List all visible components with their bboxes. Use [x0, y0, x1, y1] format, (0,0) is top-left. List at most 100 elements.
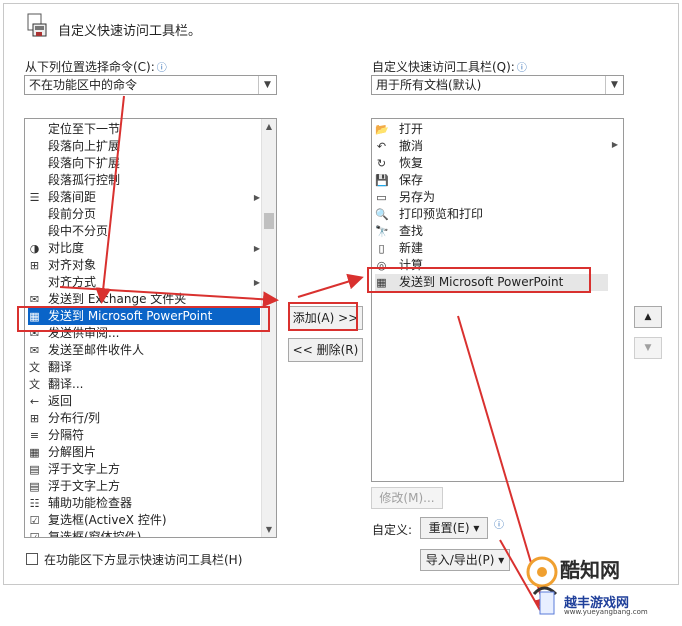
- list-item[interactable]: 段中不分页: [28, 223, 260, 240]
- customize-toolbar-label-text: 自定义快速访问工具栏(Q):: [372, 60, 515, 74]
- command-icon: ☰: [29, 191, 40, 204]
- list-item[interactable]: 文翻译...: [28, 376, 260, 393]
- list-item[interactable]: ↶ 撤消: [375, 138, 623, 155]
- info-icon: ⓘ: [516, 63, 527, 74]
- list-item-label: 分布行/列: [48, 411, 101, 425]
- choose-commands-label-text: 从下列位置选择命令(C):: [25, 60, 155, 74]
- chevron-down-icon[interactable]: ▼: [605, 76, 623, 94]
- list-item[interactable]: ◑ 对比度 ▶: [28, 240, 260, 257]
- list-item[interactable]: ☑ 复选框(窗体控件): [28, 529, 260, 538]
- list-item[interactable]: 📂 打开: [375, 121, 623, 138]
- command-icon: [28, 174, 41, 187]
- choose-commands-dropdown[interactable]: 不在功能区中的命令 ▼: [24, 75, 277, 95]
- list-item[interactable]: ▦ 分解图片: [28, 444, 260, 461]
- list-item-label: 分隔符: [48, 428, 85, 442]
- submenu-arrow-icon: ▶: [253, 244, 260, 253]
- move-down-button[interactable]: ▼: [634, 337, 662, 359]
- show-below-ribbon-label: 在功能区下方显示快速访问工具栏(H): [44, 553, 243, 567]
- toolbar-commands-list[interactable]: 📂 打开 ↶ 撤消 ↻ 恢复 💾 保存 ▭ 另存为 🔍 打印预览和打印 🔭 查找 ▯ 新建 ◎ 计算 ▦ 发送到 Mi…: [371, 118, 624, 482]
- dialog-title: 自定义快速访问工具栏。: [58, 24, 202, 39]
- remove-button[interactable]: << 删除(R): [288, 338, 363, 362]
- command-icon: [28, 225, 41, 238]
- list-item-label: 翻译: [48, 360, 73, 374]
- command-icon: 🔭: [375, 225, 389, 238]
- list-item[interactable]: ▤ 浮于文字上方: [28, 478, 260, 495]
- command-icon: [28, 157, 41, 170]
- command-icon: 文: [29, 378, 40, 391]
- scroll-down-icon[interactable]: ▼: [262, 522, 276, 537]
- list-item-label: 段落孤行控制: [48, 173, 121, 187]
- command-icon: ←: [29, 395, 40, 408]
- list-item[interactable]: 段落孤行控制: [28, 172, 260, 189]
- list-item-label: 打印预览和打印: [399, 207, 484, 221]
- list-item[interactable]: 段前分页: [28, 206, 260, 223]
- scroll-up-icon[interactable]: ▲: [262, 119, 276, 134]
- list-item[interactable]: 段落向上扩展: [28, 138, 260, 155]
- command-icon: ▤: [29, 463, 40, 476]
- list-item-label: 复选框(窗体控件): [48, 530, 142, 538]
- command-icon: ☑: [29, 531, 40, 538]
- list-item-label: 定位至下一节: [48, 122, 121, 136]
- list-item-label: 对比度: [48, 241, 85, 255]
- list-item-label: 查找: [399, 224, 424, 238]
- list-item[interactable]: 文翻译: [28, 359, 260, 376]
- list-item[interactable]: ▤ 浮于文字上方: [28, 461, 260, 478]
- list-item-label: 辅助功能检查器: [48, 496, 133, 510]
- list-item[interactable]: ▭ 另存为: [375, 189, 623, 206]
- customize-toolbar-label: 自定义快速访问工具栏(Q): ⓘ: [372, 58, 527, 75]
- list-item-label: 对齐对象: [48, 258, 97, 272]
- choose-commands-label: 从下列位置选择命令(C): ⓘ: [25, 58, 167, 75]
- command-icon: ☑: [29, 514, 40, 527]
- list-item[interactable]: 💾 保存: [375, 172, 623, 189]
- list-item[interactable]: ⊞ 对齐对象: [28, 257, 260, 274]
- list-item-label: 对齐方式: [48, 275, 97, 289]
- list-item[interactable]: ← 返回: [28, 393, 260, 410]
- list-item[interactable]: 段落向下扩展: [28, 155, 260, 172]
- list-item[interactable]: ☰ 段落间距 ▶: [28, 189, 260, 206]
- list-item-label: 翻译...: [48, 377, 84, 391]
- reset-button[interactable]: 重置(E) ▾: [420, 517, 488, 539]
- command-icon: ⊞: [29, 412, 40, 425]
- quick-access-toolbar-icon: [25, 12, 49, 40]
- list-item[interactable]: ✉ 发送至邮件收件人: [28, 342, 260, 359]
- list-item-label: 返回: [48, 394, 73, 408]
- command-icon: ✉: [29, 344, 40, 357]
- show-below-ribbon-checkbox[interactable]: [26, 553, 38, 565]
- list-item[interactable]: 定位至下一节: [28, 121, 260, 138]
- command-icon: [28, 276, 41, 289]
- list-item-label: 打开: [399, 122, 424, 136]
- list-item[interactable]: 对齐方式 ▶: [28, 274, 260, 291]
- list-item-label: 恢复: [399, 156, 424, 170]
- list-item-label: 撤消: [399, 139, 424, 153]
- list-item[interactable]: ▯ 新建: [375, 240, 623, 257]
- list-item[interactable]: 🔍 打印预览和打印: [375, 206, 623, 223]
- list-item[interactable]: ↻ 恢复: [375, 155, 623, 172]
- list-item[interactable]: ≡ 分隔符: [28, 427, 260, 444]
- command-icon: ↻: [376, 157, 387, 170]
- list-item-label: 段落间距: [48, 190, 97, 204]
- list-item[interactable]: ☑ 复选框(ActiveX 控件): [28, 512, 260, 529]
- modify-button[interactable]: 修改(M)...: [371, 487, 443, 509]
- import-export-button[interactable]: 导入/导出(P) ▾: [420, 549, 510, 571]
- command-icon: ◑: [29, 242, 40, 255]
- list-item[interactable]: 🔭 查找: [375, 223, 623, 240]
- watermark-text-3: www.yueyangbang.com: [564, 608, 648, 616]
- command-icon: ▭: [376, 191, 387, 204]
- list-item-label: 浮于文字上方: [48, 479, 121, 493]
- chevron-down-icon[interactable]: ▼: [258, 76, 276, 94]
- highlight-right-powerpoint: [367, 267, 591, 293]
- command-icon: ⊞: [29, 259, 40, 272]
- customize-scope-dropdown[interactable]: 用于所有文档(默认) ▼: [371, 75, 624, 95]
- move-up-button[interactable]: ▲: [634, 306, 662, 328]
- list-item[interactable]: ☷ 辅助功能检查器: [28, 495, 260, 512]
- submenu-arrow-icon: ▶: [253, 278, 260, 287]
- customize-scope-value: 用于所有文档(默认): [376, 78, 482, 92]
- command-icon: 🔍: [375, 208, 389, 221]
- info-icon: ⓘ: [156, 63, 167, 74]
- command-icon: ≡: [29, 429, 40, 442]
- list-item-label: 浮于文字上方: [48, 462, 121, 476]
- scroll-thumb[interactable]: [264, 213, 274, 229]
- list-item[interactable]: ⊞ 分布行/列: [28, 410, 260, 427]
- command-icon: ✉: [29, 293, 40, 306]
- chevron-right-icon: ▶: [611, 140, 619, 149]
